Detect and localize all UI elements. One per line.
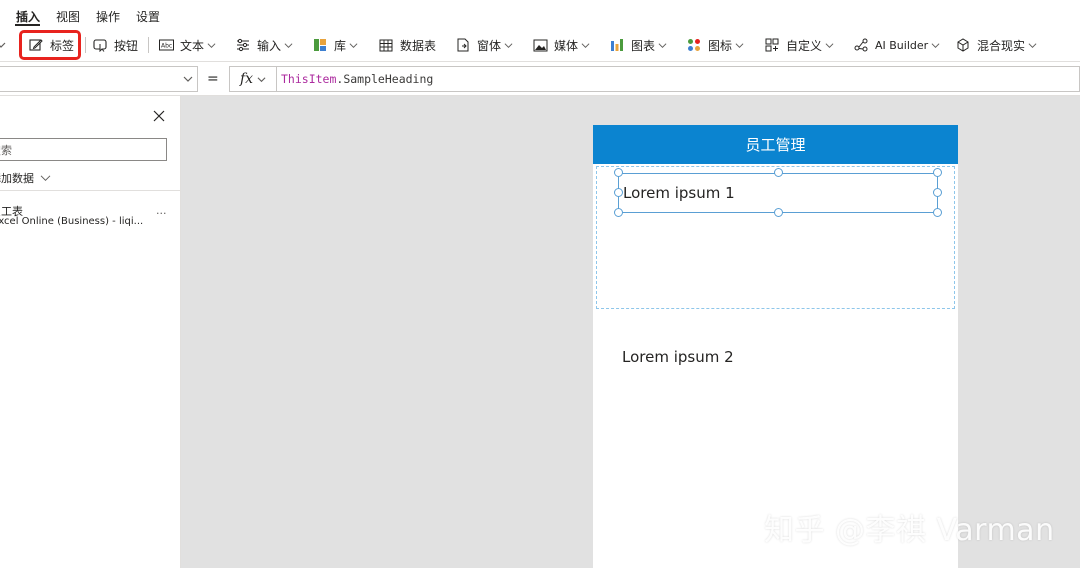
chevron-down-icon (40, 174, 51, 181)
ribbon-divider (85, 37, 86, 53)
search-placeholder: 搜索 (0, 143, 12, 157)
input-dropdown[interactable]: 输入 (235, 30, 293, 60)
resize-handle[interactable] (933, 188, 942, 197)
form-dropdown-label: 窗体 (477, 38, 502, 53)
chevron-down-icon (257, 76, 266, 82)
chevron-down-icon (348, 40, 358, 50)
chevron-down-icon (930, 40, 940, 50)
formula-token-field: .SampleHeading (336, 72, 434, 86)
formula-bar: = fx ThisItem .SampleHeading (0, 62, 1080, 96)
resize-handle[interactable] (933, 208, 942, 217)
media-dropdown[interactable]: 媒体 (532, 30, 590, 60)
mixed-reality-label: 混合现实 (977, 38, 1026, 53)
gallery-icon (312, 37, 328, 53)
fx-icon: fx (239, 71, 254, 87)
app-header[interactable]: 员工管理 (593, 125, 958, 164)
active-tab-underline (15, 24, 40, 26)
data-table-label: 数据表 (400, 38, 437, 53)
app-header-title: 员工管理 (745, 136, 806, 154)
chevron-down-icon (734, 40, 744, 50)
input-dropdown-label: 输入 (257, 38, 282, 53)
tab-insert[interactable]: 插入 (16, 8, 40, 25)
custom-dropdown[interactable]: 自定义 (764, 30, 834, 60)
menu-bar: 插入 视图 操作 设置 (0, 0, 1080, 30)
chart-dropdown[interactable]: 图表 (609, 30, 667, 60)
form-icon (455, 37, 471, 53)
chart-icon (609, 37, 625, 53)
add-data-button[interactable]: 添加数据 (0, 170, 51, 186)
text-icon: Abc (158, 37, 174, 53)
panel-divider (0, 190, 181, 191)
fx-button[interactable]: fx (229, 66, 277, 92)
svg-text:Abc: Abc (161, 43, 172, 50)
chevron-down-icon (657, 40, 667, 50)
custom-icon (764, 37, 780, 53)
text-dropdown[interactable]: Abc 文本 (158, 30, 216, 60)
icons-dropdown[interactable]: 图标 (686, 30, 744, 60)
datasource-more-button[interactable]: ... (156, 204, 167, 217)
data-panel: 搜索 添加数据 员工表 Excel Online (Business) - li… (0, 96, 181, 568)
resize-handle[interactable] (774, 168, 783, 177)
form-dropdown[interactable]: 窗体 (455, 30, 513, 60)
add-data-label: 添加数据 (0, 172, 34, 185)
resize-handle[interactable] (933, 168, 942, 177)
input-icon (235, 37, 251, 53)
resize-handle[interactable] (614, 188, 623, 197)
chevron-down-icon (580, 40, 590, 50)
property-selector[interactable] (0, 66, 198, 92)
chevron-down-icon (183, 76, 193, 82)
tab-action[interactable]: 操作 (96, 8, 120, 25)
gallery-dropdown-label: 库 (334, 38, 347, 53)
label-button-highlight (19, 30, 81, 60)
text-dropdown-label: 文本 (180, 38, 205, 53)
media-icon (532, 37, 548, 53)
selected-title-label[interactable]: Lorem ipsum 1 (618, 173, 938, 213)
ai-builder-icon (853, 37, 869, 53)
data-table-icon (378, 37, 394, 53)
custom-dropdown-label: 自定义 (786, 38, 823, 53)
close-icon[interactable] (153, 110, 165, 122)
chevron-down-icon (503, 40, 513, 50)
button-insert-label: 按钮 (114, 38, 139, 53)
gallery-item-title[interactable]: Lorem ipsum 2 (622, 348, 734, 366)
icons-icon (686, 37, 702, 53)
gallery-dropdown[interactable]: 库 (312, 30, 358, 60)
formula-input[interactable]: ThisItem .SampleHeading (277, 66, 1080, 92)
resize-handle[interactable] (614, 208, 623, 217)
button-icon (92, 37, 108, 53)
watermark: 知乎 @李祺 Varman (764, 513, 1055, 548)
chart-dropdown-label: 图表 (631, 38, 656, 53)
ai-builder-label: AI Builder (875, 38, 929, 52)
data-table-button[interactable]: 数据表 (378, 30, 436, 60)
tab-view[interactable]: 视图 (56, 8, 80, 25)
gallery-item-title: Lorem ipsum 1 (623, 184, 735, 202)
chevron-down-icon (206, 40, 216, 50)
datasource-connection: Excel Online (Business) - liqi... (0, 216, 144, 227)
chevron-down-icon (0, 42, 6, 48)
mixed-reality-dropdown[interactable]: 混合现实 (955, 30, 1037, 60)
ribbon-overflow-chevron[interactable] (0, 30, 6, 60)
insert-ribbon: 标签 按钮 Abc 文本 输入 库 数据表 窗体 媒体 图表 图标 自定义 AI… (0, 30, 1080, 62)
chevron-down-icon (824, 40, 834, 50)
ai-builder-dropdown[interactable]: AI Builder (853, 30, 940, 60)
ribbon-divider (148, 37, 149, 53)
formula-token-thisitem: ThisItem (281, 72, 337, 86)
search-input[interactable]: 搜索 (0, 138, 167, 161)
mixed-reality-icon (955, 37, 971, 53)
tab-settings[interactable]: 设置 (136, 8, 160, 25)
resize-handle[interactable] (774, 208, 783, 217)
button-insert-button[interactable]: 按钮 (92, 30, 138, 60)
icons-dropdown-label: 图标 (708, 38, 733, 53)
media-dropdown-label: 媒体 (554, 38, 579, 53)
resize-handle[interactable] (614, 168, 623, 177)
chevron-down-icon (283, 40, 293, 50)
equals-sign: = (207, 71, 219, 87)
chevron-down-icon (1027, 40, 1037, 50)
